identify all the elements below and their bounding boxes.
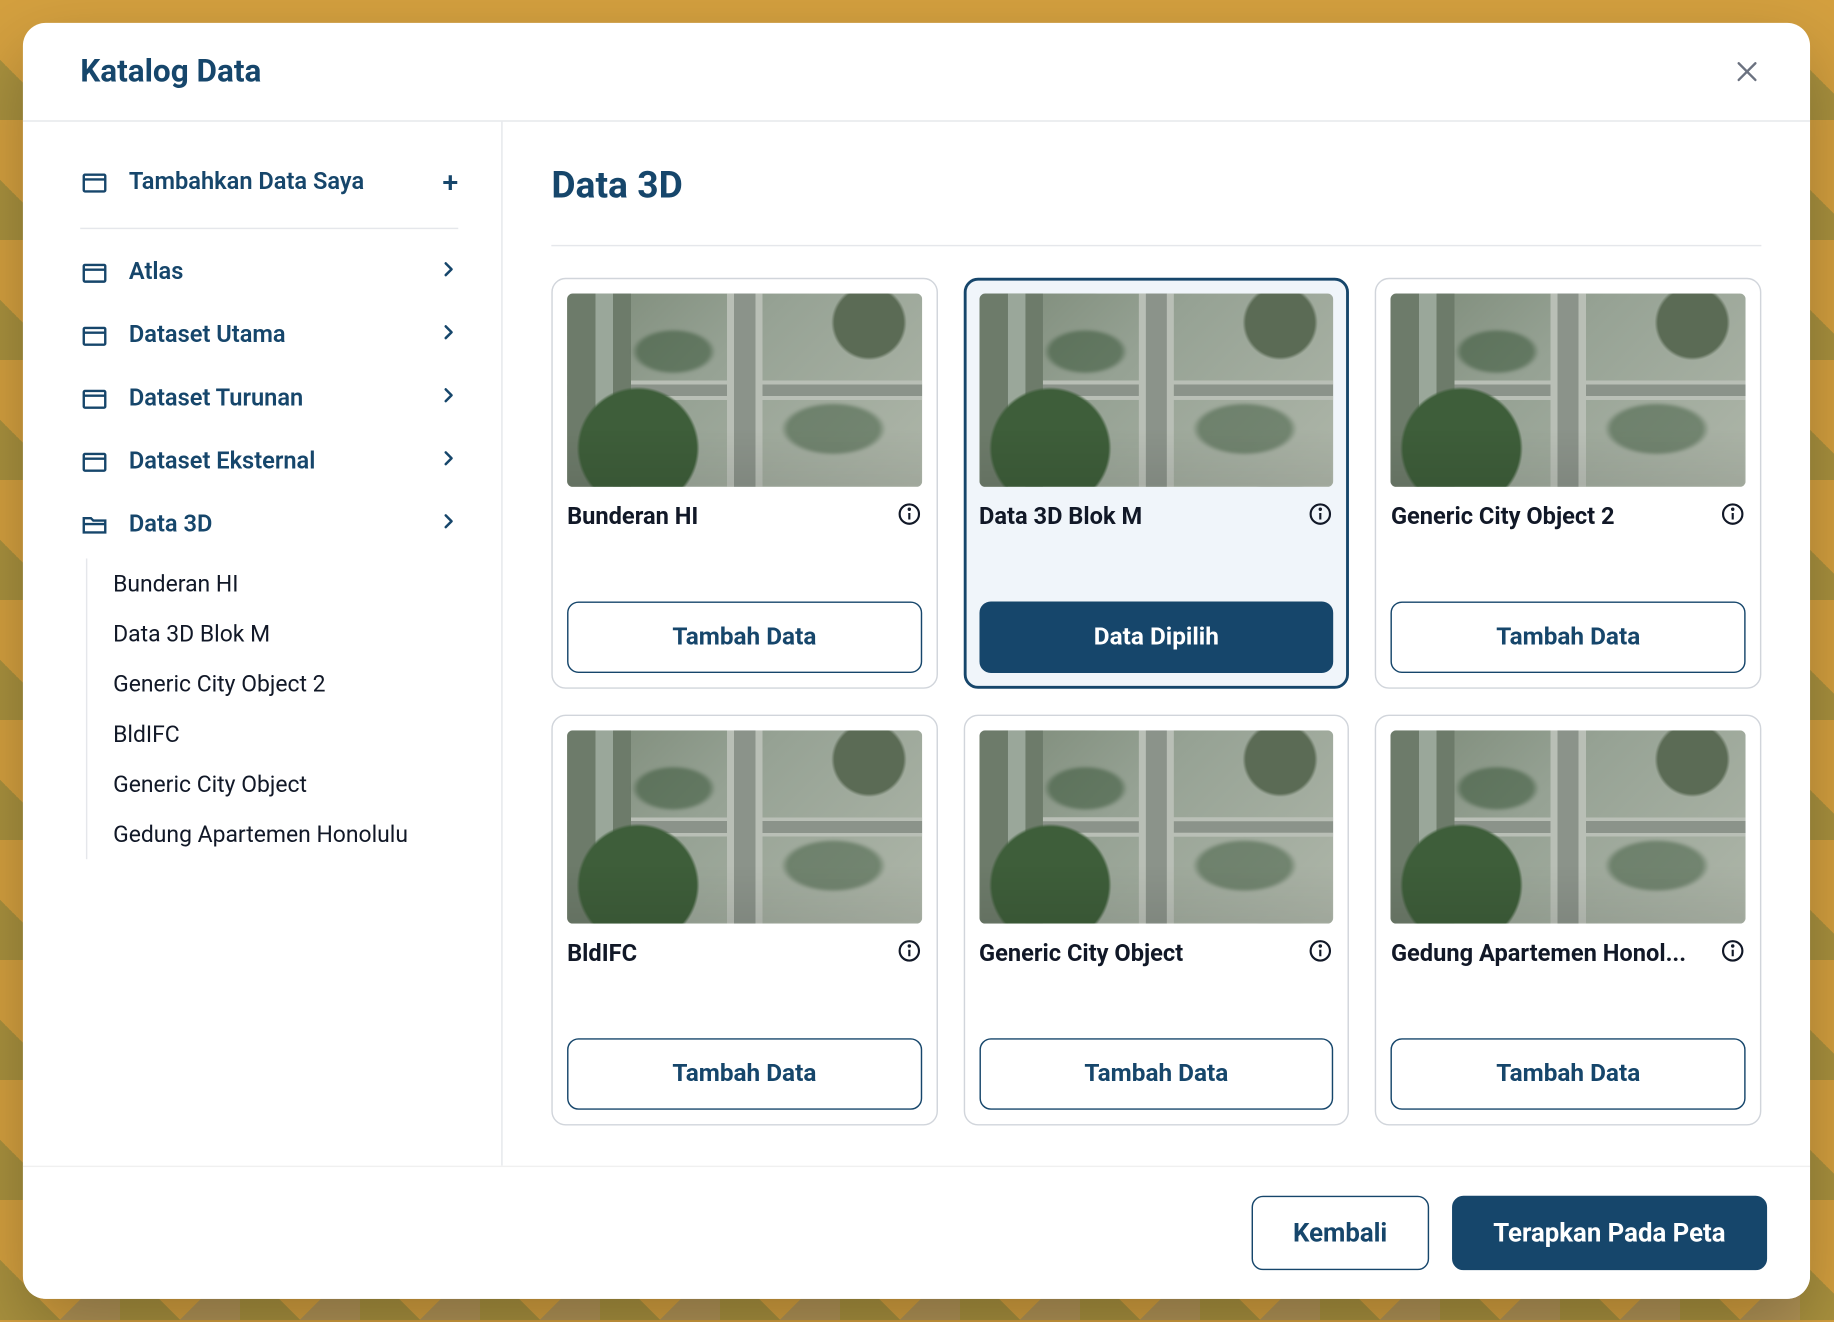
spacer xyxy=(979,969,1334,1038)
sidebar: Tambahkan Data Saya + Atlas xyxy=(23,122,503,1166)
content-title: Data 3D xyxy=(551,165,1761,247)
sidebar-child-item[interactable]: Data 3D Blok M xyxy=(110,609,458,659)
chevron-right-icon xyxy=(438,511,458,538)
sidebar-item-label: Dataset Utama xyxy=(129,321,438,348)
modal-title: Katalog Data xyxy=(80,54,261,90)
info-icon[interactable] xyxy=(1720,938,1746,970)
sidebar-item-label: Data 3D xyxy=(129,511,438,538)
card-title-row: Gedung Apartemen Honol... xyxy=(1391,938,1746,970)
data-card[interactable]: Data 3D Blok M Data Dipilih xyxy=(963,278,1349,689)
sidebar-item-atlas[interactable]: Atlas xyxy=(80,241,458,304)
sidebar-children: Bunderan HI Data 3D Blok M Generic City … xyxy=(86,558,458,859)
sidebar-item-data-3d[interactable]: Data 3D xyxy=(80,493,458,556)
sidebar-child-item[interactable]: Generic City Object xyxy=(110,759,458,809)
sidebar-child-item[interactable]: Bunderan HI xyxy=(110,558,458,608)
data-card[interactable]: Generic City Object Tambah Data xyxy=(963,715,1349,1126)
card-thumbnail xyxy=(979,730,1334,923)
spacer xyxy=(567,969,922,1038)
card-title-row: Bunderan HI xyxy=(567,501,922,533)
modal-footer: Kembali Terapkan Pada Peta xyxy=(23,1166,1810,1299)
sidebar-item-label: Tambahkan Data Saya xyxy=(129,168,442,195)
card-title-row: Generic City Object 2 xyxy=(1391,501,1746,533)
folder-icon xyxy=(80,384,114,413)
card-thumbnail xyxy=(979,294,1334,487)
sidebar-child-item[interactable]: BldIFC xyxy=(110,709,458,759)
chevron-right-icon xyxy=(438,258,458,285)
card-title: Data 3D Blok M xyxy=(979,503,1142,530)
card-title: Bunderan HI xyxy=(567,503,698,530)
back-button[interactable]: Kembali xyxy=(1251,1196,1428,1270)
chevron-right-icon xyxy=(438,321,458,348)
modal-header: Katalog Data xyxy=(23,23,1810,120)
spacer xyxy=(1391,533,1746,602)
spacer xyxy=(567,533,922,602)
sidebar-item-label: Dataset Eksternal xyxy=(129,448,438,475)
card-title: Generic City Object xyxy=(979,940,1183,967)
spacer xyxy=(979,533,1334,602)
sidebar-item-dataset-eksternal[interactable]: Dataset Eksternal xyxy=(80,430,458,493)
add-data-button[interactable]: Tambah Data xyxy=(979,1038,1334,1110)
folder-icon xyxy=(80,447,114,476)
info-icon[interactable] xyxy=(896,501,922,533)
sidebar-item-label: Atlas xyxy=(129,258,438,285)
divider xyxy=(80,228,458,229)
sidebar-item-label: Dataset Turunan xyxy=(129,384,438,411)
sidebar-add-my-data[interactable]: Tambahkan Data Saya + xyxy=(80,147,458,216)
chevron-right-icon xyxy=(438,384,458,411)
add-data-button[interactable]: Tambah Data xyxy=(567,1038,922,1110)
data-card[interactable]: BldIFC Tambah Data xyxy=(551,715,937,1126)
card-thumbnail xyxy=(1391,730,1746,923)
card-thumbnail xyxy=(1391,294,1746,487)
data-card[interactable]: Bunderan HI Tambah Data xyxy=(551,278,937,689)
sidebar-child-item[interactable]: Generic City Object 2 xyxy=(110,659,458,709)
info-icon[interactable] xyxy=(1308,938,1334,970)
close-button[interactable] xyxy=(1727,52,1767,92)
folder-icon xyxy=(80,168,114,197)
data-card[interactable]: Gedung Apartemen Honol... Tambah Data xyxy=(1375,715,1761,1126)
sidebar-item-dataset-turunan[interactable]: Dataset Turunan xyxy=(80,367,458,430)
card-title: BldIFC xyxy=(567,940,637,967)
info-icon[interactable] xyxy=(1308,501,1334,533)
card-thumbnail xyxy=(567,294,922,487)
add-data-button[interactable]: Tambah Data xyxy=(1391,601,1746,673)
card-title-row: BldIFC xyxy=(567,938,922,970)
add-data-button[interactable]: Tambah Data xyxy=(1391,1038,1746,1110)
card-thumbnail xyxy=(567,730,922,923)
info-icon[interactable] xyxy=(896,938,922,970)
card-grid: Bunderan HI Tambah Data Data 3D Blok M xyxy=(551,278,1761,1126)
sidebar-child-item[interactable]: Gedung Apartemen Honolulu xyxy=(110,809,458,859)
data-selected-button[interactable]: Data Dipilih xyxy=(979,601,1334,673)
spacer xyxy=(1391,969,1746,1038)
card-title-row: Data 3D Blok M xyxy=(979,501,1334,533)
modal-body: Tambahkan Data Saya + Atlas xyxy=(23,120,1810,1165)
data-card[interactable]: Generic City Object 2 Tambah Data xyxy=(1375,278,1761,689)
folder-icon xyxy=(80,321,114,350)
folder-icon xyxy=(80,258,114,287)
card-title-row: Generic City Object xyxy=(979,938,1334,970)
folder-open-icon xyxy=(80,510,114,539)
card-title: Gedung Apartemen Honol... xyxy=(1391,940,1686,967)
card-title: Generic City Object 2 xyxy=(1391,503,1615,530)
sidebar-item-dataset-utama[interactable]: Dataset Utama xyxy=(80,304,458,367)
info-icon[interactable] xyxy=(1720,501,1746,533)
add-data-button[interactable]: Tambah Data xyxy=(567,601,922,673)
content-area[interactable]: Data 3D Bunderan HI Tambah Data xyxy=(503,122,1810,1166)
close-icon xyxy=(1733,57,1762,86)
plus-icon: + xyxy=(442,165,458,199)
data-catalog-modal: Katalog Data Tambahkan Data Saya + xyxy=(23,23,1810,1299)
chevron-right-icon xyxy=(438,448,458,475)
apply-to-map-button[interactable]: Terapkan Pada Peta xyxy=(1452,1196,1767,1270)
